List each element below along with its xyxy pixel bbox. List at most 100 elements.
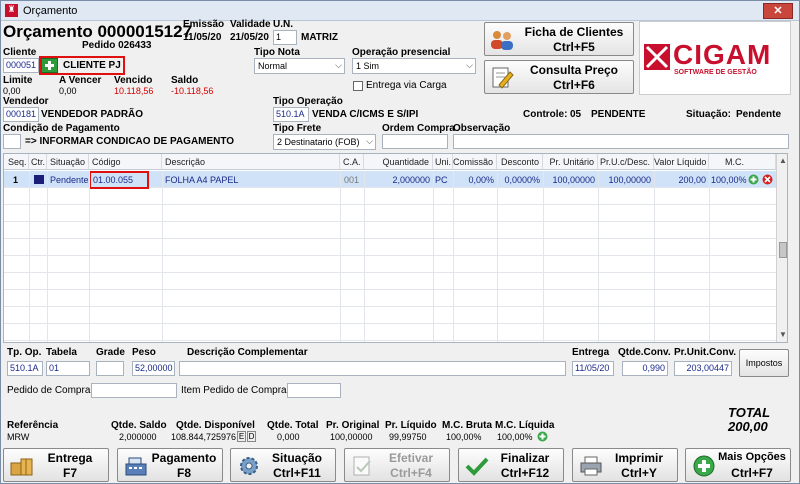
add-icon[interactable] [537, 431, 548, 442]
close-button[interactable]: ✕ [763, 3, 793, 19]
tipo-frete-value: 2 Destinatario (FOB) [277, 137, 360, 147]
d-button[interactable]: D [247, 431, 256, 442]
imprimir-button[interactable]: Imprimir Ctrl+Y [572, 448, 678, 482]
col-ctr[interactable]: Ctr. [29, 154, 47, 170]
cell-uni: PC [435, 175, 448, 185]
operacao-presencial-value: 1 Sim [356, 61, 380, 71]
efetivar-button[interactable]: Efetivar Ctrl+F4 [344, 448, 450, 482]
col-mc[interactable]: M.C. [709, 154, 776, 170]
pr-unit-conv-label: Pr.Unit.Conv. [674, 347, 737, 358]
ficha-clientes-label: Ficha de Clientes [524, 25, 624, 39]
col-seq[interactable]: Seq. [4, 154, 29, 170]
col-uni[interactable]: Uni. [433, 154, 453, 170]
item-pedido-label: Item Pedido de Compra [181, 385, 287, 396]
col-pr-desc[interactable]: Pr.U.c/Desc. [598, 154, 654, 170]
tipo-nota-value: Normal [258, 61, 288, 71]
table-row[interactable] [4, 324, 776, 341]
observacao-field[interactable] [453, 134, 789, 149]
situacao-button[interactable]: Situação Ctrl+F11 [230, 448, 336, 482]
col-pr-unitario[interactable]: Pr. Unitário [543, 154, 598, 170]
cell-pr-desc: 100,00000 [608, 175, 651, 185]
vencido-value: 10.118,56 [114, 86, 154, 96]
table-row[interactable] [4, 256, 776, 273]
window-title: Orçamento [23, 5, 78, 17]
grade-field[interactable] [96, 361, 124, 376]
impostos-button[interactable]: Impostos [739, 349, 789, 377]
cliente-code-field[interactable]: 000051 [3, 58, 39, 73]
col-situacao[interactable]: Situação [47, 154, 89, 170]
item-entrega-field[interactable]: 11/05/20 [572, 361, 614, 376]
operacao-presencial-select[interactable]: 1 Sim ⌵ [352, 58, 476, 74]
pr-unit-conv-field[interactable]: 203,00447 [674, 361, 732, 376]
remove-icon[interactable] [762, 174, 773, 185]
col-separator [340, 171, 341, 342]
avencer-value: 0,00 [59, 86, 77, 96]
scroll-up-icon[interactable]: ▲ [779, 156, 787, 165]
tipo-frete-select[interactable]: 2 Destinatario (FOB) ⌵ [273, 134, 376, 150]
ordem-compra-field[interactable] [382, 134, 448, 149]
chevron-down-icon: ⌵ [366, 136, 373, 146]
tipo-nota-label: Tipo Nota [254, 47, 300, 58]
e-button[interactable]: E [237, 431, 246, 442]
pedido-compra-label: Pedido de Compra [7, 385, 91, 396]
grid-scrollbar[interactable]: ▲ ▼ [776, 154, 787, 342]
col-ca[interactable]: C.A. [340, 154, 364, 170]
condicao-code-field[interactable] [3, 134, 21, 149]
pedido-compra-field[interactable] [91, 383, 177, 398]
situacao-label: Situação: [686, 109, 732, 120]
scrollbar-thumb[interactable] [779, 242, 787, 258]
qtde-conv-field[interactable]: 0,990 [622, 361, 668, 376]
cell-situacao: Pendente [50, 175, 89, 185]
table-row[interactable] [4, 273, 776, 290]
cliente-label: Cliente [3, 47, 37, 58]
pagamento-button[interactable]: Pagamento F8 [117, 448, 223, 482]
table-row[interactable] [4, 239, 776, 256]
col-comissao[interactable]: Comissão [453, 154, 497, 170]
entrega-via-carga-checkbox[interactable] [353, 81, 363, 91]
col-codigo[interactable]: Código [89, 154, 162, 170]
col-separator [47, 171, 48, 342]
consulta-preco-button[interactable]: Consulta Preço Ctrl+F6 [484, 60, 634, 94]
validade-value: 21/05/20 [230, 32, 269, 43]
page-title: Orçamento 0000015127 [3, 22, 193, 41]
saldo-value: -10.118,56 [171, 86, 214, 96]
qtde-saldo-value: 2,000000 [119, 432, 157, 442]
imprimir-btn-shortcut: Ctrl+Y [621, 466, 657, 480]
peso-field[interactable]: 52,00000 [132, 361, 175, 376]
table-row[interactable] [4, 290, 776, 307]
tpop-field[interactable]: 510.1A [7, 361, 43, 376]
un-field[interactable]: 1 [273, 30, 297, 45]
entrega-button[interactable]: Entrega F7 [3, 448, 109, 482]
add-icon[interactable] [748, 174, 759, 185]
finalizar-button[interactable]: Finalizar Ctrl+F12 [458, 448, 564, 482]
chevron-down-icon: ⌵ [335, 60, 342, 70]
desc-comp-field[interactable] [179, 361, 566, 376]
col-valor-liquido[interactable]: Valor Líquido [654, 154, 709, 170]
mc-liquida-label: M.C. Líquida [495, 420, 555, 431]
users-icon [491, 31, 513, 50]
ficha-clientes-button[interactable]: Ficha de Clientes Ctrl+F5 [484, 22, 634, 56]
mais-opcoes-button[interactable]: Mais Opções Ctrl+F7 [685, 448, 791, 482]
tipo-operacao-code-field[interactable]: 510.1A [273, 107, 309, 122]
tipo-operacao-name: VENDA C/ICMS E S/IPI [312, 109, 419, 120]
tipo-nota-select[interactable]: Normal ⌵ [254, 58, 345, 74]
impostos-label: Impostos [745, 358, 783, 368]
efetivar-btn-label: Efetivar [388, 451, 434, 465]
qtde-total-label: Qtde. Total [267, 420, 319, 431]
vendedor-name: VENDEDOR PADRÃO [41, 109, 144, 120]
item-pedido-field[interactable] [287, 383, 341, 398]
col-quantidade[interactable]: Quantidade [364, 154, 433, 170]
table-row[interactable] [4, 188, 776, 205]
table-row[interactable] [4, 205, 776, 222]
col-descricao[interactable]: Descrição [162, 154, 340, 170]
consulta-preco-label: Consulta Preço [529, 63, 619, 77]
items-grid: Seq. Ctr. Situação Código Descrição C.A.… [3, 153, 788, 343]
un-label: U.N. [273, 19, 293, 30]
tabela-field[interactable]: 01 [46, 361, 90, 376]
table-row[interactable] [4, 222, 776, 239]
vendedor-code-field[interactable]: 000181 [3, 107, 39, 122]
table-row[interactable] [4, 307, 776, 324]
scroll-down-icon[interactable]: ▼ [779, 330, 787, 339]
col-separator [598, 171, 599, 342]
col-desconto[interactable]: Desconto [497, 154, 543, 170]
